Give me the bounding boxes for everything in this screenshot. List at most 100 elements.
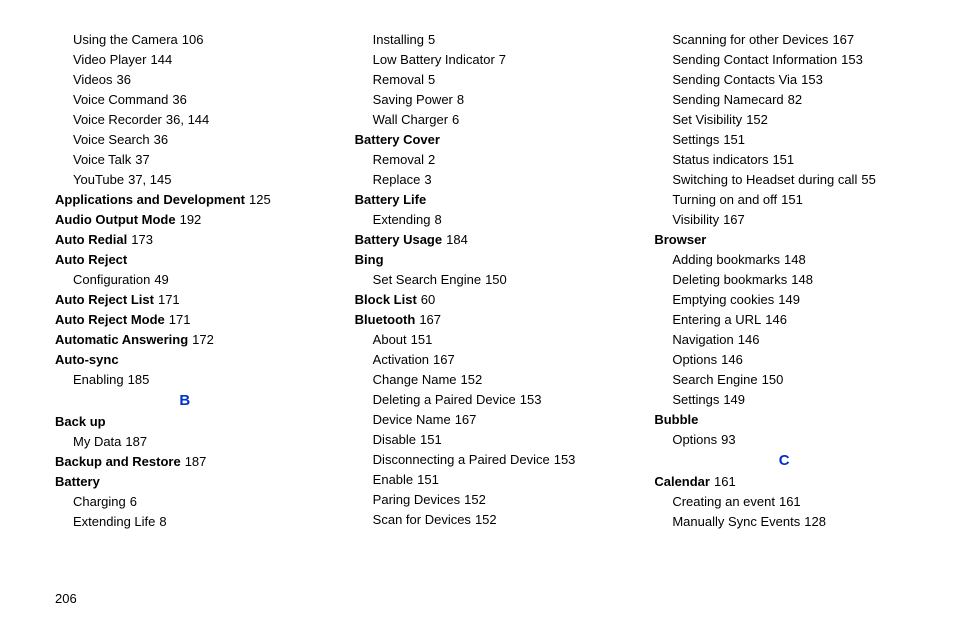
index-term: Auto Reject Mode [55, 312, 165, 327]
index-entry: Calendar 161 [654, 472, 914, 492]
index-term: Auto Reject List [55, 292, 154, 307]
index-pages[interactable]: 36 [117, 72, 131, 87]
index-pages[interactable]: 6 [130, 494, 137, 509]
index-pages[interactable]: 5 [428, 32, 435, 47]
index-term: Installing [373, 32, 424, 47]
index-pages[interactable]: 106 [182, 32, 204, 47]
index-entry: Device Name167 [355, 410, 615, 430]
index-pages[interactable]: 171 [158, 292, 180, 307]
index-entry: Bluetooth167 [355, 310, 615, 330]
index-pages[interactable]: 151 [772, 152, 794, 167]
index-pages[interactable]: 185 [128, 372, 150, 387]
index-pages[interactable]: 187 [185, 454, 207, 469]
index-pages[interactable]: 149 [723, 392, 745, 407]
index-pages[interactable]: 93 [721, 432, 735, 447]
index-pages[interactable]: 167 [433, 352, 455, 367]
index-pages[interactable]: 152 [464, 492, 486, 507]
index-pages[interactable]: 153 [841, 52, 863, 67]
index-entry: Saving Power8 [355, 90, 615, 110]
index-pages[interactable]: 152 [746, 112, 768, 127]
index-pages[interactable]: 153 [554, 452, 576, 467]
index-pages[interactable]: 184 [446, 232, 468, 247]
index-pages[interactable]: 187 [125, 434, 147, 449]
index-pages[interactable]: 5 [428, 72, 435, 87]
index-entry: Extending Life8 [55, 512, 315, 532]
index-pages[interactable]: 125 [249, 192, 271, 207]
index-pages[interactable]: 8 [457, 92, 464, 107]
index-term: Paring Devices [373, 492, 460, 507]
index-pages[interactable]: 6 [452, 112, 459, 127]
index-pages[interactable]: 36 [172, 92, 186, 107]
index-pages[interactable]: 167 [832, 32, 854, 47]
index-term: Sending Namecard [672, 92, 783, 107]
index-term: Auto Redial [55, 232, 127, 247]
index-pages[interactable]: 151 [420, 432, 442, 447]
index-term: Emptying cookies [672, 292, 774, 307]
index-term: Settings [672, 132, 719, 147]
index-pages[interactable]: 192 [180, 212, 202, 227]
index-pages[interactable]: 55 [861, 172, 875, 187]
index-pages[interactable]: 3 [424, 172, 431, 187]
index-pages[interactable]: 151 [411, 332, 433, 347]
index-entry: Switching to Headset during call 55 [654, 170, 914, 190]
index-pages[interactable]: 153 [801, 72, 823, 87]
index-pages[interactable]: 146 [721, 352, 743, 367]
index-entry: Voice Search36 [55, 130, 315, 150]
index-pages[interactable]: 150 [762, 372, 784, 387]
index-pages[interactable]: 151 [781, 192, 803, 207]
index-pages[interactable]: 128 [804, 514, 826, 529]
index-pages[interactable]: 151 [417, 472, 439, 487]
page-number: 206 [55, 591, 77, 606]
index-pages[interactable]: 167 [419, 312, 441, 327]
index-pages[interactable]: 49 [154, 272, 168, 287]
index-pages[interactable]: 152 [475, 512, 497, 527]
index-term: YouTube [73, 172, 124, 187]
index-pages[interactable]: 2 [428, 152, 435, 167]
index-pages[interactable]: 36, 144 [166, 112, 209, 127]
index-pages[interactable]: 151 [723, 132, 745, 147]
index-pages[interactable]: 161 [779, 494, 801, 509]
index-pages[interactable]: 60 [421, 292, 435, 307]
index-pages[interactable]: 152 [461, 372, 483, 387]
index-pages[interactable]: 8 [435, 212, 442, 227]
index-entry: Enabling185 [55, 370, 315, 390]
index-pages[interactable]: 144 [150, 52, 172, 67]
index-pages[interactable]: 8 [159, 514, 166, 529]
index-entry: Wall Charger6 [355, 110, 615, 130]
index-pages[interactable]: 167 [455, 412, 477, 427]
index-pages[interactable]: 148 [784, 252, 806, 267]
index-pages[interactable]: 82 [788, 92, 802, 107]
index-term: Calendar [654, 474, 710, 489]
index-pages[interactable]: 7 [499, 52, 506, 67]
index-entry: Low Battery Indicator7 [355, 50, 615, 70]
index-pages[interactable]: 37, 145 [128, 172, 171, 187]
index-entry: Set Search Engine150 [355, 270, 615, 290]
index-pages[interactable]: 161 [714, 474, 736, 489]
index-term: Activation [373, 352, 429, 367]
index-pages[interactable]: 146 [765, 312, 787, 327]
index-term: Voice Recorder [73, 112, 162, 127]
index-term: Switching to Headset during call [672, 172, 857, 187]
index-pages[interactable]: 148 [791, 272, 813, 287]
index-term: Scanning for other Devices [672, 32, 828, 47]
index-term: Settings [672, 392, 719, 407]
index-pages[interactable]: 36 [154, 132, 168, 147]
index-entry: Set Visibility152 [654, 110, 914, 130]
index-entry: Battery Cover [355, 130, 615, 150]
index-pages[interactable]: 150 [485, 272, 507, 287]
index-pages[interactable]: 146 [738, 332, 760, 347]
index-entry: Auto Redial 173 [55, 230, 315, 250]
index-pages[interactable]: 153 [520, 392, 542, 407]
index-term: Browser [654, 232, 706, 247]
index-entry: Status indicators151 [654, 150, 914, 170]
index-pages[interactable]: 149 [778, 292, 800, 307]
section-letter: B [55, 390, 315, 412]
index-pages[interactable]: 171 [169, 312, 191, 327]
index-pages[interactable]: 37 [135, 152, 149, 167]
index-term: Bluetooth [355, 312, 416, 327]
index-pages[interactable]: 167 [723, 212, 745, 227]
index-entry: Automatic Answering172 [55, 330, 315, 350]
index-pages[interactable]: 172 [192, 332, 214, 347]
index-term: Creating an event [672, 494, 775, 509]
index-pages[interactable]: 173 [131, 232, 153, 247]
